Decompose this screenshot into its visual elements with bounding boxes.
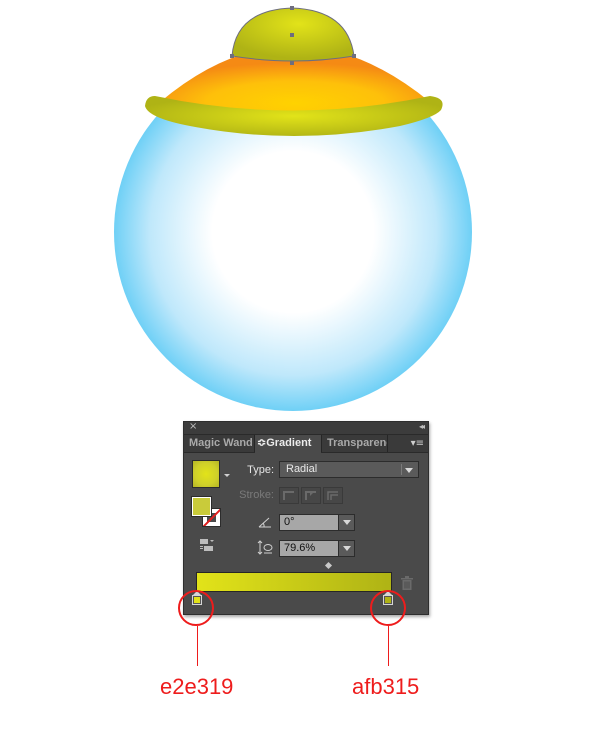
panel-titlebar[interactable]: × ◂◂ [184,421,428,435]
tab-arrows-icon: ≎ [257,437,267,449]
trash-icon[interactable] [401,576,413,590]
panel-tabs: Magic Wand ≎Gradient Transparenc [184,435,428,453]
aspect-ratio-value: 79.6% [284,542,316,554]
gradient-midpoint-diamond[interactable] [324,561,333,570]
collapse-icon[interactable]: ◂◂ [419,421,425,433]
tab-divider [387,435,388,452]
stroke-across-button [323,487,343,504]
close-icon[interactable]: × [189,421,197,433]
tab-label: Transparenc [327,437,387,449]
annotation-left-color: e2e319 [160,674,234,699]
tab-transparency[interactable]: Transparenc [322,435,387,452]
tab-magic-wand[interactable]: Magic Wand [184,435,254,452]
type-label: Type: [247,464,274,476]
gradient-annotator-icon[interactable] [199,538,215,552]
anchor-point[interactable] [230,54,234,58]
stroke-within-icon [283,491,294,500]
chevron-down-icon [343,520,351,525]
stroke-along-icon [305,491,316,500]
angle-dropdown-button[interactable] [338,515,354,530]
type-dropdown[interactable]: Radial [279,461,419,478]
leader-line-left [197,626,198,666]
stroke-within-button [279,487,299,504]
tab-label: Gradient [266,437,312,449]
fill-swatch[interactable] [191,496,212,517]
stroke-across-icon [327,491,338,500]
angle-value: 0° [284,516,295,528]
angle-icon [258,517,271,528]
leader-line-right [388,626,389,666]
tab-label: Magic Wand [189,437,253,449]
highlight-circle-right [370,590,406,626]
aspect-ratio-field[interactable]: 79.6% [279,540,355,557]
aspect-ratio-icon [257,540,273,555]
gradient-panel: × ◂◂ Magic Wand ≎Gradient Transparenc ▾≡… [183,421,429,615]
chevron-down-icon [405,468,413,473]
swatch-dropdown-icon[interactable] [224,474,230,477]
angle-field[interactable]: 0° [279,514,355,531]
type-value: Radial [286,463,318,475]
stroke-along-button [301,487,321,504]
tab-gradient[interactable]: ≎Gradient [255,435,321,453]
anchor-point[interactable] [290,61,294,65]
annotation-right-color: afb315 [352,674,420,699]
dropdown-divider [401,464,402,475]
aspect-dropdown-button[interactable] [338,541,354,556]
center-point[interactable] [290,33,294,37]
highlight-circle-left [178,590,214,626]
gradient-swatch[interactable] [192,460,220,488]
gradient-slider-bar[interactable] [196,572,392,592]
anchor-point[interactable] [352,54,356,58]
chevron-down-icon [343,546,351,551]
anchor-point[interactable] [290,6,294,10]
panel-menu-icon[interactable]: ▾≡ [411,435,424,452]
illustration-canvas[interactable] [0,0,600,420]
stroke-label: Stroke: [239,489,274,501]
